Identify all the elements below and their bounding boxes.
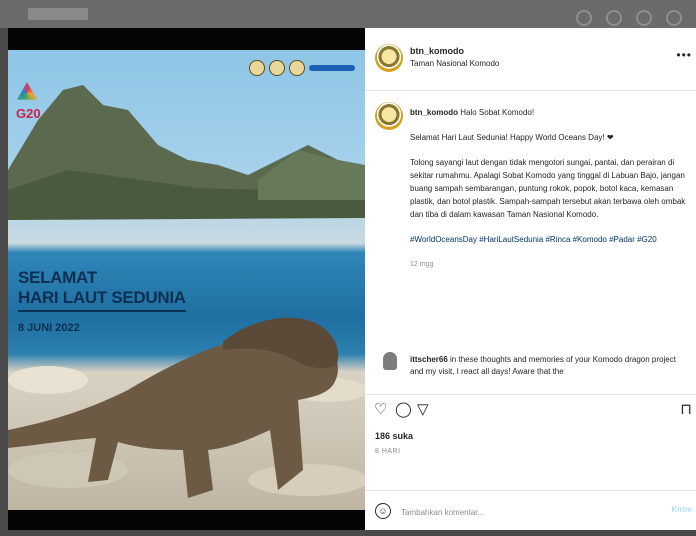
caption-hashtags[interactable]: #WorldOceansDay #HariLautSedunia #Rinca … [410, 233, 695, 246]
post-comment-button[interactable]: Kirim [672, 505, 692, 514]
author-avatar[interactable] [375, 44, 403, 72]
caption-time: 12 mgg [410, 261, 434, 268]
comment-text: ittscher66 in these thoughts and memorie… [410, 354, 690, 378]
g20-logo-text: G20 [16, 106, 41, 121]
more-dots-icon[interactable]: ••• [676, 48, 692, 62]
like-count[interactable]: 186 suka [375, 431, 413, 441]
nav-icon [606, 10, 622, 26]
partner-logo-2 [269, 60, 285, 76]
post-location[interactable]: Taman Nasional Komodo [410, 59, 499, 68]
g20-logo: G20 [16, 82, 41, 121]
nav-icon [666, 10, 682, 26]
caption-line-1: Selamat Hari Laut Sedunia! Happy World O… [410, 133, 614, 142]
bookmark-icon[interactable]: ⊓ [680, 401, 692, 419]
caption-avatar[interactable] [375, 102, 403, 130]
nav-icon [576, 10, 592, 26]
g20-logo-mark [17, 82, 37, 100]
author-username[interactable]: btn_komodo [410, 46, 464, 56]
post-details-panel: btn_komodo Taman Nasional Komodo ••• btn… [365, 28, 696, 530]
post-timestamp: 8 HARI [375, 448, 401, 455]
background-logo [28, 8, 88, 20]
caption-body: Tolong sayangi laut dengan tidak mengoto… [410, 158, 686, 219]
headline-line-1: SELAMAT [18, 268, 97, 287]
post-header: btn_komodo Taman Nasional Komodo ••• [365, 28, 696, 91]
headline-date: 8 JUNI 2022 [18, 322, 80, 334]
image-headline: SELAMAT HARI LAUT SEDUNIA 8 JUNI 2022 [18, 268, 186, 338]
caption-greeting: Halo Sobat Komodo! [460, 108, 535, 117]
comment-input[interactable] [399, 502, 643, 522]
background-nav-icons [576, 10, 682, 26]
comment-bubble-icon[interactable]: ◯ [395, 401, 412, 419]
commenter-avatar[interactable] [383, 352, 397, 370]
caption-text: btn_komodo Halo Sobat Komodo! Selamat Ha… [410, 106, 695, 283]
post-image-panel[interactable]: G20 SELAMAT HARI LAUT SEDUNIA 8 JUNI 202… [8, 28, 365, 530]
comment-body: in these thoughts and memories of your K… [410, 355, 676, 376]
heart-outline-icon[interactable]: ♡ [374, 401, 387, 419]
add-comment-bar: ☺ Kirim [365, 490, 696, 531]
smiley-icon[interactable]: ☺ [375, 503, 391, 519]
partner-logo-4 [309, 65, 355, 71]
commenter-username[interactable]: ittscher66 [410, 355, 448, 364]
caption-username[interactable]: btn_komodo [410, 108, 458, 117]
post-photo: G20 SELAMAT HARI LAUT SEDUNIA 8 JUNI 202… [8, 50, 365, 510]
partner-logo-3 [289, 60, 305, 76]
paper-plane-icon[interactable]: ▽ [417, 401, 429, 419]
headline-line-2: HARI LAUT SEDUNIA [18, 288, 186, 312]
nav-icon [636, 10, 652, 26]
partner-logos [249, 60, 355, 76]
partner-logo-1 [249, 60, 265, 76]
action-bar: ♡ ◯ ▽ ⊓ [365, 394, 696, 425]
